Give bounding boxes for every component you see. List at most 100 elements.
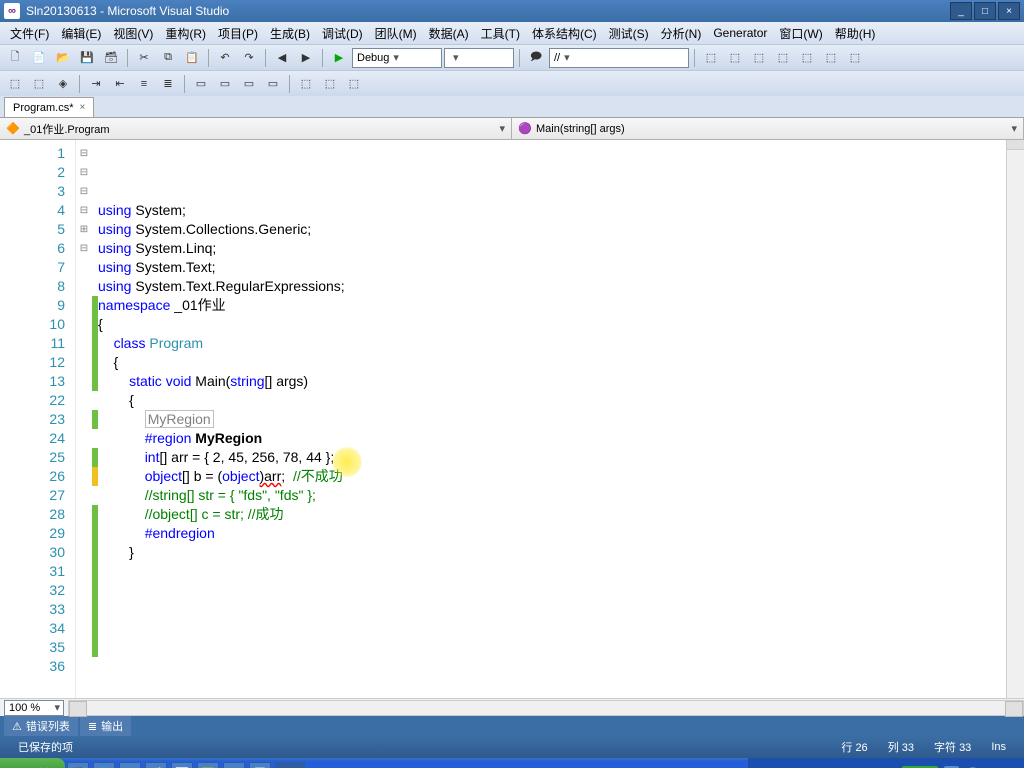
win4-icon[interactable]: ▭: [262, 73, 284, 95]
platform-dropdown[interactable]: [444, 48, 514, 68]
tab-close-icon[interactable]: ×: [80, 102, 86, 113]
menu-test[interactable]: 测试(S): [603, 23, 655, 44]
window-buttons: _ □ ×: [950, 2, 1020, 20]
restore-button[interactable]: □: [974, 2, 996, 20]
error-icon: ⚠: [12, 720, 22, 733]
type-dropdown[interactable]: 🔶 _01作业.Program: [0, 118, 512, 139]
save-icon[interactable]: 💾: [76, 47, 98, 69]
new-project-icon[interactable]: 🗋: [4, 47, 26, 69]
save-all-icon[interactable]: 🗃: [100, 47, 122, 69]
menu-team[interactable]: 团队(M): [369, 23, 423, 44]
taskbar-app-5[interactable]: 📊: [171, 762, 193, 768]
menu-tools[interactable]: 工具(T): [475, 23, 526, 44]
taskbar-app-6[interactable]: 🟩: [197, 762, 219, 768]
menu-window[interactable]: 窗口(W): [773, 23, 828, 44]
taskbar-app-8[interactable]: 🖥: [249, 762, 271, 768]
window-title: Sln20130613 - Microsoft Visual Studio: [26, 4, 950, 18]
status-char: 字符 33: [924, 739, 981, 755]
code-nav-strip: 🔶 _01作业.Program 🟣 Main(string[] args): [0, 118, 1024, 140]
nav-back-icon[interactable]: ◀: [271, 47, 293, 69]
toolbar-text-editor: ⬚ ⬚ ◈ ⇥ ⇤ ≡ ≣ ▭ ▭ ▭ ▭ ⬚ ⬚ ⬚: [0, 70, 1024, 96]
taskbar-app-4[interactable]: 🎬: [145, 762, 167, 768]
menu-build[interactable]: 生成(B): [264, 23, 316, 44]
separator: [184, 75, 185, 93]
menu-architecture[interactable]: 体系结构(C): [526, 23, 603, 44]
tab-error-list[interactable]: ⚠ 错误列表: [4, 716, 78, 736]
extra3-icon[interactable]: ⬚: [343, 73, 365, 95]
menu-help[interactable]: 帮助(H): [829, 23, 882, 44]
menu-project[interactable]: 项目(P): [212, 23, 264, 44]
bookmark-icon[interactable]: ◈: [52, 73, 74, 95]
start-button[interactable]: ⊞ 开始: [0, 758, 65, 768]
tab-label: Program.cs*: [13, 102, 74, 114]
taskbar-app-3[interactable]: 📁: [119, 762, 141, 768]
nav-fwd-icon[interactable]: ▶: [295, 47, 317, 69]
statusbar: 已保存的项 行 26 列 33 字符 33 Ins: [0, 736, 1024, 758]
splitter-icon[interactable]: [1007, 140, 1024, 150]
menu-edit[interactable]: 编辑(E): [55, 23, 107, 44]
format2-icon[interactable]: ≣: [157, 73, 179, 95]
misc7-icon[interactable]: ⬚: [844, 47, 866, 69]
type-label: _01作业.Program: [24, 121, 110, 137]
config-dropdown[interactable]: Debug: [352, 48, 442, 68]
misc3-icon[interactable]: ⬚: [748, 47, 770, 69]
find-combo[interactable]: //: [549, 48, 689, 68]
tab-output[interactable]: ≣ 输出: [80, 716, 131, 736]
minimize-button[interactable]: _: [950, 2, 972, 20]
misc4-icon[interactable]: ⬚: [772, 47, 794, 69]
outdent-icon[interactable]: ⇤: [109, 73, 131, 95]
line-gutter: 1234567891011121322232425262728293031323…: [0, 140, 76, 698]
redo-icon[interactable]: ↷: [238, 47, 260, 69]
start-debug-icon[interactable]: ▶: [328, 47, 350, 69]
separator: [265, 49, 266, 67]
uncomment-icon[interactable]: ⬚: [28, 73, 50, 95]
paste-icon[interactable]: 📋: [181, 47, 203, 69]
extra2-icon[interactable]: ⬚: [319, 73, 341, 95]
win1-icon[interactable]: ▭: [190, 73, 212, 95]
menu-refactor[interactable]: 重构(R): [159, 23, 212, 44]
horizontal-scrollbar[interactable]: [68, 700, 1024, 716]
copy-icon[interactable]: ⧉: [157, 47, 179, 69]
misc5-icon[interactable]: ⬚: [796, 47, 818, 69]
find-icon[interactable]: 🗩: [525, 47, 547, 69]
vertical-scrollbar[interactable]: [1006, 140, 1024, 698]
taskbar-app-vs[interactable]: ∞: [275, 762, 305, 768]
zoom-dropdown[interactable]: 100 %: [4, 700, 64, 716]
menu-view[interactable]: 视图(V): [107, 23, 159, 44]
bottom-panel-tabs: ⚠ 错误列表 ≣ 输出: [0, 716, 1024, 736]
separator: [289, 75, 290, 93]
code-area[interactable]: using System;using System.Collections.Ge…: [98, 140, 1006, 698]
menu-file[interactable]: 文件(F): [4, 23, 55, 44]
taskbar-app-7[interactable]: 📷: [223, 762, 245, 768]
class-icon: 🔶: [6, 122, 20, 136]
menu-analyze[interactable]: 分析(N): [655, 23, 708, 44]
indent-icon[interactable]: ⇥: [85, 73, 107, 95]
misc2-icon[interactable]: ⬚: [724, 47, 746, 69]
separator: [208, 49, 209, 67]
win3-icon[interactable]: ▭: [238, 73, 260, 95]
taskbar-app-1[interactable]: 📓: [67, 762, 89, 768]
win2-icon[interactable]: ▭: [214, 73, 236, 95]
extra1-icon[interactable]: ⬚: [295, 73, 317, 95]
vs-logo-icon: [4, 3, 20, 19]
editor[interactable]: 1234567891011121322232425262728293031323…: [0, 140, 1024, 698]
menu-data[interactable]: 数据(A): [423, 23, 475, 44]
fold-column[interactable]: ⊟⊟⊟⊟⊞⊟: [76, 140, 92, 698]
open-icon[interactable]: 📂: [52, 47, 74, 69]
undo-icon[interactable]: ↶: [214, 47, 236, 69]
new-file-icon[interactable]: 📄: [28, 47, 50, 69]
toolbar-standard: 🗋 📄 📂 💾 🗃 ✂ ⧉ 📋 ↶ ↷ ◀ ▶ ▶ Debug 🗩 // ⬚ ⬚…: [0, 44, 1024, 70]
taskbar-app-2[interactable]: 🌐: [93, 762, 115, 768]
close-button[interactable]: ×: [998, 2, 1020, 20]
format-icon[interactable]: ≡: [133, 73, 155, 95]
method-icon: 🟣: [518, 122, 532, 136]
comment-icon[interactable]: ⬚: [4, 73, 26, 95]
cut-icon[interactable]: ✂: [133, 47, 155, 69]
menu-debug[interactable]: 调试(D): [316, 23, 369, 44]
misc-icon[interactable]: ⬚: [700, 47, 722, 69]
menu-generator[interactable]: Generator: [707, 24, 773, 42]
misc6-icon[interactable]: ⬚: [820, 47, 842, 69]
separator: [127, 49, 128, 67]
tab-program-cs[interactable]: Program.cs* ×: [4, 97, 94, 117]
member-dropdown[interactable]: 🟣 Main(string[] args): [512, 118, 1024, 139]
